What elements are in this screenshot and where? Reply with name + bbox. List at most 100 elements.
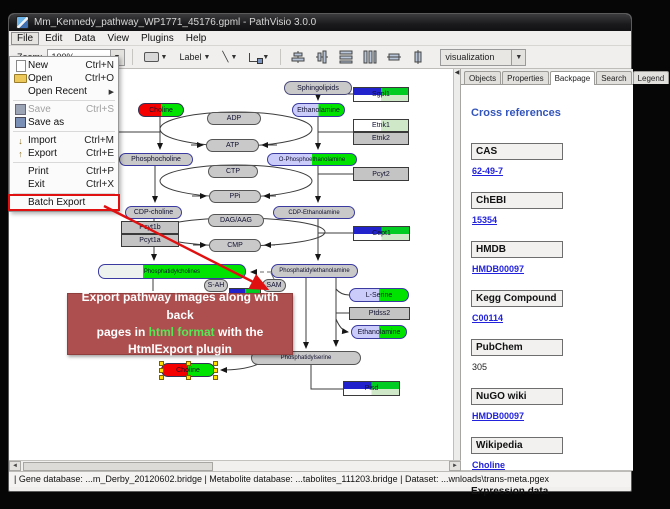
scroll-left-icon[interactable]: ◄ <box>9 461 21 471</box>
file-menu-item-label: Save <box>28 104 82 115</box>
node-o-phosphoethanolamine[interactable]: O-Phosphoethanolamine <box>267 153 357 166</box>
selection-handle[interactable] <box>213 361 218 366</box>
chevron-down-icon[interactable]: ▼ <box>262 54 269 61</box>
menu-data[interactable]: Data <box>68 32 101 45</box>
align-center-y-button[interactable] <box>312 48 332 67</box>
panel-splitter[interactable]: ◀ <box>453 69 461 471</box>
node-adp[interactable]: ADP <box>207 112 261 125</box>
tab-backpage[interactable]: Backpage <box>550 71 596 85</box>
node-ppi[interactable]: PPi <box>209 190 261 203</box>
menu-plugins[interactable]: Plugins <box>135 32 180 45</box>
ref-link[interactable]: HMDB00097 <box>472 264 623 274</box>
tab-legend[interactable]: Legend <box>633 71 670 84</box>
file-menu-item-new[interactable]: NewCtrl+N <box>10 59 118 72</box>
ref-link[interactable]: C00114 <box>472 313 623 323</box>
selection-handle[interactable] <box>213 375 218 380</box>
node-pcyt2[interactable]: Pcyt2 <box>353 167 409 181</box>
tab-search[interactable]: Search <box>596 71 631 84</box>
node-phosphocholine[interactable]: Phosphocholine <box>119 153 193 166</box>
file-menu-item-print[interactable]: PrintCtrl+P <box>10 165 118 178</box>
file-menu-item-batch-export[interactable]: Batch Export <box>10 196 118 209</box>
menu-bar: FileEditDataViewPluginsHelp <box>9 31 631 46</box>
node-sgpl1[interactable]: Sgpl1 <box>353 87 409 102</box>
node-pisd[interactable]: Pisd <box>343 381 400 396</box>
node-pcyt1a[interactable]: Pcyt1a <box>121 234 179 247</box>
node-cdp-choline[interactable]: CDP-choline <box>125 206 182 219</box>
ref-link[interactable]: HMDB00097 <box>472 411 623 421</box>
datanode-tool-button[interactable]: ▼ <box>140 48 172 67</box>
node-dag-aag[interactable]: DAG/AAG <box>208 214 264 227</box>
scrollbar-thumb[interactable] <box>23 462 213 471</box>
label-tool-button[interactable]: Label ▼ <box>175 48 214 67</box>
selection-handle[interactable] <box>186 375 191 380</box>
selection-handle[interactable] <box>159 368 164 373</box>
node-ethanolamine-bottom[interactable]: Ethanolamine <box>351 325 407 339</box>
chevron-down-icon[interactable]: ▼ <box>230 54 237 61</box>
node-atp[interactable]: ATP <box>206 139 259 152</box>
tab-properties[interactable]: Properties <box>502 71 548 84</box>
ref-link[interactable]: 15354 <box>472 215 623 225</box>
common-height-button[interactable] <box>408 48 428 67</box>
node-ptdss2[interactable]: Ptdss2 <box>349 307 410 320</box>
selection-handle[interactable] <box>159 361 164 366</box>
menu-edit[interactable]: Edit <box>39 32 68 45</box>
node-phosphatidylethanolamine[interactable]: Phosphatidylethanolamine <box>271 264 358 278</box>
file-menu-item-exit[interactable]: ExitCtrl+X <box>10 178 118 191</box>
node-ethanolamine-top[interactable]: Ethanolamine <box>292 103 345 117</box>
scroll-right-icon[interactable]: ► <box>449 461 461 471</box>
node-etnk2[interactable]: Etnk2 <box>353 132 409 145</box>
node-cmp[interactable]: CMP <box>209 239 261 252</box>
file-menu-item-open[interactable]: OpenCtrl+O <box>10 72 118 85</box>
node-label: Pcyt1a <box>139 237 160 244</box>
line-tool-button[interactable]: ╲ ▼ <box>218 48 241 67</box>
file-menu-item-save[interactable]: SaveCtrl+S <box>10 103 118 116</box>
node-l-serine[interactable]: L-Serine <box>349 288 409 302</box>
title-bar: Mm_Kennedy_pathway_WP1771_45176.gpml - P… <box>9 14 631 31</box>
node-pcyt1b[interactable]: Pcyt1b <box>121 221 179 234</box>
node-phosphatidylcholines[interactable]: Phosphatidylcholines <box>98 264 246 279</box>
node-etnk1[interactable]: Etnk1 <box>353 119 409 132</box>
align-center-x-button[interactable] <box>288 48 308 67</box>
common-width-button[interactable] <box>384 48 404 67</box>
menu-help[interactable]: Help <box>180 32 213 45</box>
node-choline-selected[interactable]: Choline <box>161 363 215 377</box>
chevron-down-icon[interactable]: ▼ <box>203 54 210 61</box>
node-choline-top[interactable]: Choline <box>138 103 184 117</box>
file-menu-item-open-recent[interactable]: Open Recent▶ <box>10 85 118 98</box>
ref-link[interactable]: Choline <box>472 460 623 470</box>
file-menu-shortcut: Ctrl+P <box>86 166 114 177</box>
menu-view[interactable]: View <box>101 32 135 45</box>
node-cdp-ethanolamine[interactable]: CDP-Ethanolamine <box>273 206 355 219</box>
horizontal-scrollbar[interactable]: ◄ ► <box>9 460 461 471</box>
toolbar-separator <box>132 49 133 65</box>
distribute-vertical-button[interactable] <box>336 48 356 67</box>
file-menu-item-import[interactable]: ↓ImportCtrl+M <box>10 134 118 147</box>
connector-tool-button[interactable]: ▼ <box>245 48 273 67</box>
chevron-down-icon[interactable]: ▼ <box>511 50 525 65</box>
tab-objects[interactable]: Objects <box>464 71 501 84</box>
file-menu-item-export[interactable]: ↑ExportCtrl+E <box>10 147 118 160</box>
ref-link[interactable]: 62-49-7 <box>472 166 623 176</box>
new-document-icon <box>16 60 26 72</box>
ref-source-nugo-wiki: NuGO wiki <box>471 388 563 405</box>
panel-collapse-arrow[interactable]: ◀ <box>455 70 460 76</box>
selection-handle[interactable] <box>213 368 218 373</box>
node-sphingolipids[interactable]: Sphingolipids <box>284 81 352 95</box>
distribute-horizontal-button[interactable] <box>360 48 380 67</box>
file-menu-item-save-as[interactable]: Save as <box>10 116 118 129</box>
side-panel: ObjectsPropertiesBackpageSearchLegend Cr… <box>461 69 633 471</box>
node-label: S-AH <box>208 282 225 289</box>
file-menu: NewCtrl+NOpenCtrl+OOpen Recent▶SaveCtrl+… <box>9 56 119 212</box>
visualization-value: visualization <box>445 52 494 62</box>
node-ctp[interactable]: CTP <box>208 165 258 178</box>
visualization-combobox[interactable]: visualization ▼ <box>440 49 526 66</box>
chevron-down-icon[interactable]: ▼ <box>161 54 168 61</box>
selection-handle[interactable] <box>186 361 191 366</box>
selection-handle[interactable] <box>159 375 164 380</box>
node-cept1[interactable]: Cept1 <box>353 226 410 241</box>
file-menu-item-label: Export <box>28 148 82 159</box>
node-label: Phosphatidylethanolamine <box>279 268 349 274</box>
ref-source-hmdb: HMDB <box>471 241 563 258</box>
menu-file[interactable]: File <box>11 32 39 45</box>
menu-separator <box>13 100 115 101</box>
